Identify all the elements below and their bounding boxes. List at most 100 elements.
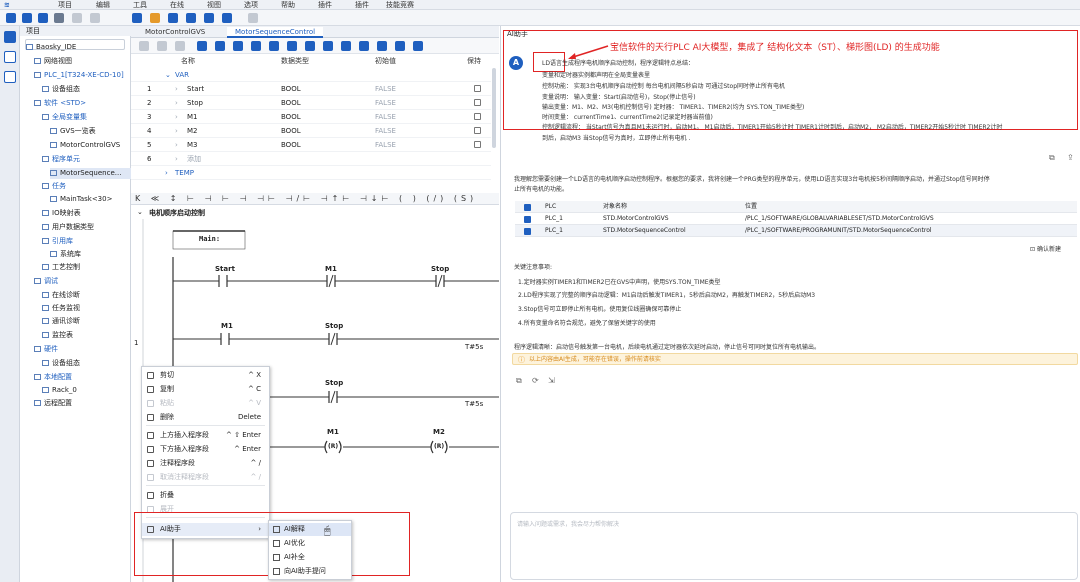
section-var[interactable]: ⌄ VAR	[131, 68, 491, 82]
tree-item[interactable]: MainTask<30>	[50, 194, 131, 205]
tree-item[interactable]: 系统库	[50, 249, 131, 260]
table-row[interactable]: 4 › M2 BOOL FALSE	[131, 124, 491, 138]
menu-item-skill-contest[interactable]: 技能竞赛	[386, 1, 414, 9]
tree-item[interactable]: 任务监视	[42, 303, 131, 314]
table-row[interactable]: 6 › 添加	[131, 152, 491, 166]
ai-table-row[interactable]: PLC_1 STD.MotorSequenceControl /PLC_1/SO…	[515, 225, 1077, 237]
tree-item[interactable]: 网络视图	[34, 56, 131, 67]
filter-icon[interactable]	[341, 41, 351, 51]
section-temp[interactable]: › TEMP	[131, 166, 491, 180]
settings-icon[interactable]	[377, 41, 387, 51]
menu-item-online[interactable]: 在线	[170, 1, 184, 9]
submenu-item[interactable]: 向AI助手提问	[269, 565, 351, 578]
online-icon[interactable]	[186, 13, 196, 23]
add-icon[interactable]	[139, 41, 149, 51]
find-icon[interactable]	[323, 41, 333, 51]
tree-item[interactable]: 程序单元	[42, 154, 131, 165]
menu-item-tools[interactable]: 工具	[133, 1, 147, 9]
tab-motorcontrolgvs[interactable]: MotorControlGVS	[137, 27, 213, 38]
menu-item[interactable]: 上方插入程序段 ^ ⇧ Enter	[142, 429, 269, 442]
menu-item-project[interactable]: 项目	[58, 1, 72, 9]
library-view-icon[interactable]	[4, 51, 16, 63]
expand-icon[interactable]	[395, 41, 405, 51]
paste-icon[interactable]	[287, 41, 297, 51]
upload-icon[interactable]	[168, 13, 178, 23]
tree-item[interactable]: 本地配置	[34, 372, 131, 383]
tree-item[interactable]: 工艺控制	[42, 262, 131, 273]
collapse-icon[interactable]	[413, 41, 423, 51]
table-row[interactable]: 5 › M3 BOOL FALSE	[131, 138, 491, 152]
menu-item[interactable]: 折叠	[142, 489, 269, 502]
tree-item[interactable]: 硬件	[34, 344, 131, 355]
refresh-icon[interactable]	[215, 41, 225, 51]
undo-icon[interactable]	[54, 13, 64, 23]
tree-item[interactable]: 监控表	[42, 330, 131, 341]
open-folder-icon[interactable]	[22, 13, 32, 23]
row-checkbox[interactable]	[524, 216, 531, 223]
menu-item[interactable]: 剪切 ^ X	[142, 369, 269, 382]
redo-icon[interactable]	[72, 13, 82, 23]
tree-item[interactable]: Rack_0	[42, 385, 131, 396]
project-view-icon[interactable]	[4, 31, 16, 43]
tree-item[interactable]: MotorControlGVS	[50, 140, 131, 151]
menu-item-edit[interactable]: 编辑	[96, 1, 110, 9]
confirm-create-button[interactable]: ⊡ 确认新建	[1030, 245, 1061, 255]
device-view-icon[interactable]	[4, 71, 16, 83]
tree-item[interactable]: 远程配置	[34, 398, 131, 409]
cut-icon[interactable]	[90, 13, 100, 23]
tree-item[interactable]: 全局变量集	[42, 112, 131, 123]
tree-item[interactable]: 用户数据类型	[42, 222, 131, 233]
tree-item[interactable]: IO映射表	[42, 208, 131, 219]
retain-checkbox[interactable]	[474, 85, 481, 92]
table-row[interactable]: 3 › M1 BOOL FALSE	[131, 110, 491, 124]
retain-checkbox[interactable]	[474, 127, 481, 134]
menu-item-view[interactable]: 视图	[207, 1, 221, 9]
copy-response-icon[interactable]: ⧉	[1049, 153, 1055, 163]
tree-item[interactable]: 在线诊断	[42, 290, 131, 301]
menu-item[interactable]: 下方插入程序段 ^ Enter	[142, 443, 269, 456]
copy-icon[interactable]	[269, 41, 279, 51]
tree-item[interactable]: 任务	[42, 181, 131, 192]
submenu-item[interactable]: AI解释	[269, 523, 351, 536]
tree-item[interactable]: GVS一览表	[50, 126, 131, 137]
table-row[interactable]: 2 › Stop BOOL FALSE	[131, 96, 491, 110]
row-checkbox[interactable]	[524, 228, 531, 235]
menu-item[interactable]: 粘贴 ^ V	[142, 397, 269, 410]
delete-icon[interactable]	[305, 41, 315, 51]
tree-item[interactable]: 引用库	[42, 236, 131, 247]
retain-checkbox[interactable]	[474, 99, 481, 106]
menu-item[interactable]: 取消注释程序段 ^ /	[142, 471, 269, 484]
move-down-icon[interactable]	[175, 41, 185, 51]
submenu-item[interactable]: AI优化	[269, 537, 351, 550]
share-response-icon[interactable]: ⇪	[1067, 153, 1074, 162]
tree-item[interactable]: Baosky_IDE	[26, 42, 131, 53]
shuffle-icon[interactable]	[248, 13, 258, 23]
columns-icon[interactable]	[359, 41, 369, 51]
tree-item[interactable]: 设备组态	[42, 84, 131, 95]
tree-item[interactable]: PLC_1[T324-XE-CD-10]	[34, 70, 131, 81]
move-up-icon[interactable]	[157, 41, 167, 51]
menu-item-plugin-1[interactable]: 插件	[318, 1, 332, 9]
new-file-icon[interactable]	[6, 13, 16, 23]
menu-item-options[interactable]: 选项	[244, 1, 258, 9]
insert-icon[interactable]: ⇲	[548, 376, 555, 385]
retain-checkbox[interactable]	[474, 141, 481, 148]
run-icon[interactable]	[222, 13, 232, 23]
menu-item[interactable]: 注释程序段 ^ /	[142, 457, 269, 470]
ai-chat-input[interactable]: 请输入问题或需求，我会尽力帮你解决	[510, 512, 1078, 580]
import-icon[interactable]	[233, 41, 243, 51]
table-row[interactable]: 1 › Start BOOL FALSE	[131, 82, 491, 96]
ai-table-row[interactable]: PLC_1 STD.MotorControlGVS /PLC_1/SOFTWAR…	[515, 213, 1077, 225]
monitor-icon[interactable]	[204, 13, 214, 23]
tree-item[interactable]: 通讯诊断	[42, 316, 131, 327]
var-scrollbar[interactable]	[492, 68, 496, 148]
menu-item[interactable]: 删除 Delete	[142, 411, 269, 424]
menu-item-plugin-2[interactable]: 插件	[355, 1, 369, 9]
tree-item[interactable]: 设备组态	[42, 358, 131, 369]
compile-icon[interactable]	[132, 13, 142, 23]
menu-item-help[interactable]: 帮助	[281, 1, 295, 9]
tree-item[interactable]: 调试	[34, 276, 131, 287]
tree-item[interactable]: MotorSequence...	[50, 168, 131, 179]
export-icon[interactable]	[251, 41, 261, 51]
submenu-item[interactable]: AI补全	[269, 551, 351, 564]
